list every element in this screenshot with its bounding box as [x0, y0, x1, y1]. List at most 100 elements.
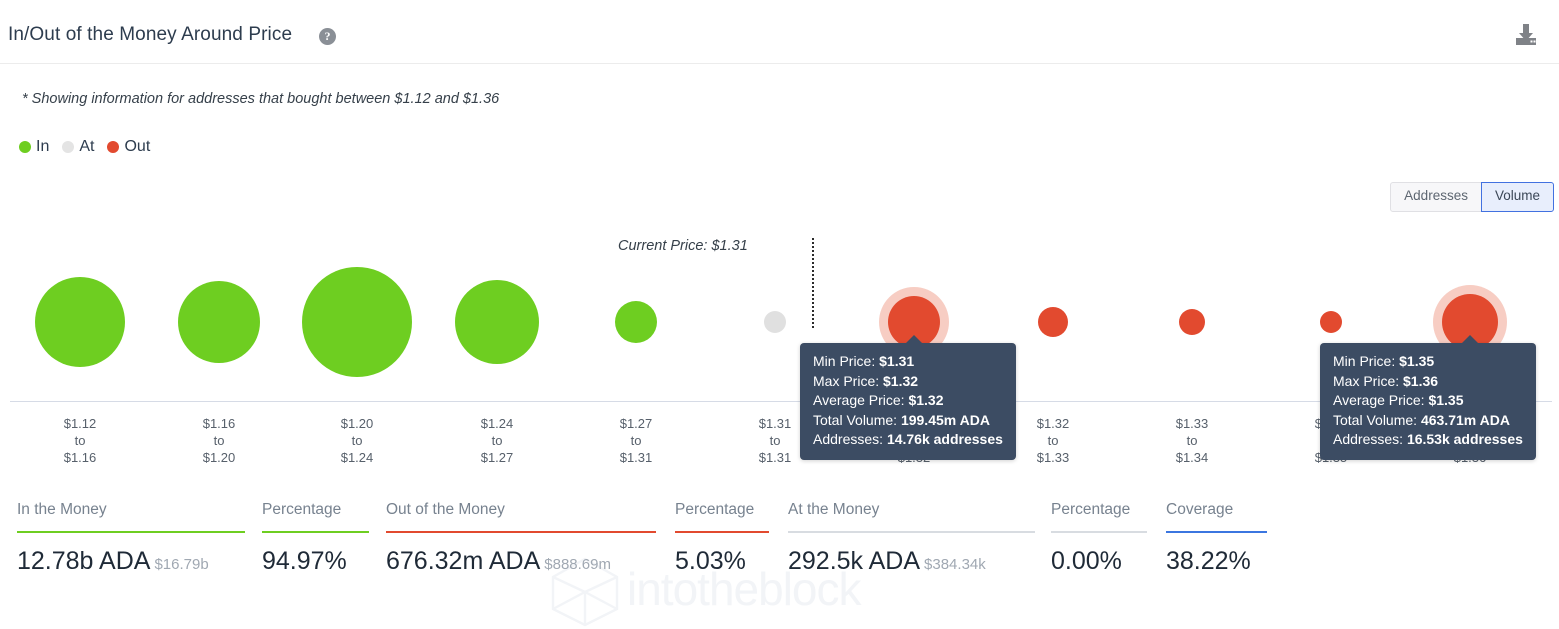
- tick-to: to: [213, 433, 225, 448]
- bubble-tooltip: Min Price: $1.35 Max Price: $1.36 Average …: [1320, 335, 1536, 460]
- tooltip-row-label: Min Price:: [1333, 353, 1396, 369]
- stat-value: 676.32m ADA $888.69m: [386, 547, 611, 575]
- legend-label-at: At: [79, 138, 95, 155]
- help-icon[interactable]: ?: [319, 28, 336, 45]
- download-icon[interactable]: [1513, 23, 1539, 47]
- legend-item-at[interactable]: At: [62, 139, 94, 155]
- tooltip-row-value: 199.45m ADA: [900, 411, 990, 428]
- tooltip-arrow-icon: [905, 335, 923, 344]
- tooltip-row-value: $1.36: [1403, 372, 1439, 389]
- tooltip-row-label: Addresses:: [813, 431, 884, 447]
- tooltip-row: Average Price: $1.35: [1333, 391, 1523, 411]
- tooltip-row-value: $1.35: [1399, 353, 1435, 369]
- stat-value: 94.97%: [262, 547, 347, 575]
- stat-label: Out of the Money: [386, 501, 505, 518]
- tooltip-row: Total Volume: 199.45m ADA: [813, 411, 1003, 431]
- tooltip-rows: Min Price: $1.31 Max Price: $1.32 Average …: [813, 352, 1003, 450]
- bubble-in-1[interactable]: [178, 281, 260, 363]
- stat-label: Percentage: [1051, 501, 1131, 518]
- page-title: In/Out of the Money Around Price: [8, 24, 293, 45]
- tick-min: $1.27: [619, 416, 653, 431]
- stat-block: Percentage 0.00%: [1051, 500, 1147, 576]
- bubble-in-2[interactable]: [302, 267, 412, 377]
- stat-block: At the Money 292.5k ADA $384.34k: [788, 500, 1035, 580]
- legend-dot-at-icon: [62, 141, 75, 153]
- legend-item-in[interactable]: In: [19, 139, 49, 155]
- tooltip-row-label: Average Price:: [813, 392, 905, 408]
- bubble-out-7[interactable]: [1038, 307, 1068, 337]
- chart-subtitle: * Showing information for addresses that…: [22, 91, 500, 107]
- bubble-out-9[interactable]: [1320, 311, 1342, 333]
- tooltip-row: Addresses: 16.53k addresses: [1333, 430, 1523, 450]
- bubble-tooltip: Min Price: $1.31 Max Price: $1.32 Average …: [800, 335, 1016, 460]
- toggle-volume-button[interactable]: Volume: [1480, 182, 1554, 212]
- card-header: In/Out of the Money Around Price ?: [0, 0, 1559, 64]
- stat-rule: [262, 531, 369, 533]
- tick-to: to: [630, 433, 642, 448]
- tick-to: to: [491, 433, 503, 448]
- tick-label: $1.12 to $1.16: [20, 415, 140, 466]
- bubble-in-3[interactable]: [455, 280, 539, 364]
- legend-dot-out-icon: [107, 141, 120, 153]
- tooltip-row: Min Price: $1.31: [813, 352, 1003, 372]
- tooltip-row-value: $1.35: [1428, 392, 1464, 408]
- stat-block: Percentage 94.97%: [262, 500, 369, 576]
- tick-min: $1.12: [63, 416, 97, 431]
- tick-min: $1.33: [1175, 416, 1209, 431]
- tooltip-row-label: Max Price:: [1333, 372, 1400, 389]
- legend-label-in: In: [36, 138, 50, 155]
- tooltip-rows: Min Price: $1.35 Max Price: $1.36 Average …: [1333, 352, 1523, 450]
- stat-rule: [675, 531, 769, 533]
- tooltip-row-value: 14.76k addresses: [886, 431, 1003, 447]
- legend-item-out[interactable]: Out: [107, 139, 150, 155]
- tick-max: $1.24: [340, 450, 374, 465]
- toggle-addresses-button[interactable]: Addresses: [1390, 182, 1482, 212]
- stat-value: 38.22%: [1166, 547, 1251, 575]
- tick-label: $1.27 to $1.31: [576, 415, 696, 466]
- tooltip-row: Max Price: $1.36: [1333, 372, 1523, 392]
- tick-to: to: [74, 433, 86, 448]
- tick-max: $1.16: [63, 450, 97, 465]
- stat-value: 12.78b ADA $16.79b: [17, 547, 209, 575]
- bubble-out-8[interactable]: [1179, 309, 1205, 335]
- tick-min: $1.24: [480, 416, 514, 431]
- stat-block: In the Money 12.78b ADA $16.79b: [17, 500, 245, 580]
- chart-legend: In At Out: [19, 139, 163, 155]
- legend-dot-in-icon: [19, 141, 31, 153]
- tooltip-row-label: Total Volume:: [813, 411, 898, 428]
- stat-block: Percentage 5.03%: [675, 500, 769, 576]
- tooltip-row: Total Volume: 463.71m ADA: [1333, 411, 1523, 431]
- tick-max: $1.27: [480, 450, 514, 465]
- bubble-at-5[interactable]: [764, 311, 786, 333]
- tooltip-row-value: 463.71m ADA: [1420, 411, 1510, 428]
- stat-label: In the Money: [17, 501, 107, 518]
- bubble-in-4[interactable]: [615, 301, 657, 343]
- bubble-in-0[interactable]: [35, 277, 125, 367]
- stat-subvalue: $888.69m: [544, 556, 611, 573]
- stat-block: Out of the Money 676.32m ADA $888.69m: [386, 500, 656, 580]
- stat-subvalue: $16.79b: [154, 556, 209, 573]
- tick-max: $1.34: [1175, 450, 1209, 465]
- tooltip-row-label: Min Price:: [813, 353, 876, 369]
- chart-card: In/Out of the Money Around Price ? * Sho…: [0, 0, 1559, 629]
- tick-min: $1.16: [202, 416, 236, 431]
- tooltip-row-label: Max Price:: [813, 372, 880, 389]
- tick-label: $1.20 to $1.24: [297, 415, 417, 466]
- stat-rule: [1051, 531, 1147, 533]
- stat-value: 292.5k ADA $384.34k: [788, 547, 986, 575]
- tick-label: $1.16 to $1.20: [159, 415, 279, 466]
- stat-label: Percentage: [262, 501, 342, 518]
- stat-label: Coverage: [1166, 501, 1234, 518]
- tick-to: to: [351, 433, 363, 448]
- stat-value: 0.00%: [1051, 547, 1122, 575]
- current-price-label: Current Price: $1.31: [618, 238, 748, 254]
- tooltip-row-label: Addresses:: [1333, 431, 1404, 447]
- tick-max: $1.31: [619, 450, 653, 465]
- tooltip-row: Min Price: $1.35: [1333, 352, 1523, 372]
- stat-rule: [386, 531, 656, 533]
- tooltip-row-value: $1.32: [908, 392, 944, 408]
- stat-subvalue: $384.34k: [924, 556, 986, 573]
- tooltip-row: Average Price: $1.32: [813, 391, 1003, 411]
- current-price-line: [812, 238, 814, 328]
- tooltip-arrow-icon: [1461, 335, 1479, 344]
